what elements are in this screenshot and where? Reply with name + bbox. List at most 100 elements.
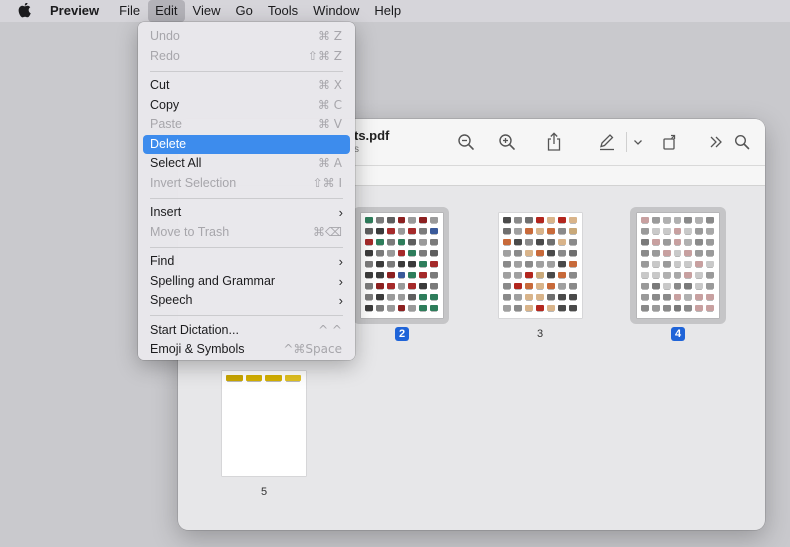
thumbnail-caption [366, 255, 372, 258]
menu-separator [150, 246, 343, 248]
thumbnail-caption [409, 255, 416, 258]
shortcut-label: ⌘ A [317, 156, 342, 170]
menu-item-find[interactable]: Find › [143, 252, 350, 272]
thumbnail-caption [515, 266, 521, 269]
page-number-label: 4 [671, 327, 685, 341]
menu-item-speech[interactable]: Speech › [143, 291, 350, 311]
thumbnail-caption [696, 299, 703, 302]
shortcut-label: ⌘⌫ [313, 224, 342, 239]
menu-item-label: Paste [150, 117, 182, 131]
menu-edit[interactable]: Edit [148, 0, 185, 22]
thumbnail-caption [642, 310, 648, 313]
menu-window[interactable]: Window [306, 0, 366, 22]
thumbnail-caption [570, 277, 576, 280]
thumbnail-caption [376, 266, 383, 269]
thumbnail-caption [642, 233, 648, 236]
thumbnail-caption [570, 299, 576, 302]
menu-app-preview[interactable]: Preview [50, 0, 106, 22]
menu-item-start-dictation[interactable]: Start Dictation... ^ ^ [143, 321, 350, 341]
thumbnail-caption [642, 288, 648, 291]
menu-item-label: Copy [150, 97, 180, 112]
more-toolbar-icon[interactable] [704, 130, 728, 154]
thumbnail-caption [570, 255, 576, 258]
menu-item-invert-selection[interactable]: Invert Selection ⇧⌘ I [143, 174, 350, 194]
thumbnail-caption [376, 255, 383, 258]
menu-item-move-to-trash[interactable]: Move to Trash ⌘⌫ [143, 223, 350, 243]
thumbnail-caption [504, 255, 510, 258]
menu-item-label: Insert [150, 205, 182, 219]
menu-tools[interactable]: Tools [261, 0, 305, 22]
thumbnail-caption [387, 277, 394, 280]
menu-item-copy[interactable]: Copy ⌘ C [143, 96, 350, 116]
thumbnail-caption [674, 266, 681, 269]
apple-menu-icon[interactable] [0, 0, 50, 22]
menu-separator [150, 197, 343, 199]
thumbnail-caption [642, 277, 648, 280]
thumbnail-caption [504, 277, 510, 280]
thumbnail-caption [642, 244, 648, 247]
thumbnail-caption [420, 255, 427, 258]
thumbnail-caption [387, 255, 394, 258]
chevron-down-icon[interactable] [626, 130, 650, 154]
menu-view[interactable]: View [186, 0, 228, 22]
page-thumbnail-3[interactable] [493, 207, 589, 324]
rotate-icon[interactable] [658, 130, 682, 154]
thumbnail-caption [285, 380, 300, 383]
thumbnail-caption [266, 380, 281, 383]
menu-item-redo[interactable]: Redo ⇧⌘ Z [143, 47, 350, 67]
thumbnail-caption [526, 310, 532, 313]
menu-item-spelling-grammar[interactable]: Spelling and Grammar › [143, 272, 350, 292]
search-icon[interactable] [730, 130, 754, 154]
menu-item-select-all[interactable]: Select All ⌘ A [143, 154, 350, 174]
menu-go[interactable]: Go [228, 0, 259, 22]
thumbnail-caption [431, 222, 437, 225]
menu-item-undo[interactable]: Undo ⌘ Z [143, 27, 350, 47]
thumbnail-caption [431, 266, 437, 269]
page-number-label: 5 [260, 486, 268, 498]
page-image [499, 213, 582, 318]
thumbnail-caption [696, 255, 703, 258]
thumbnail-caption [387, 222, 394, 225]
menu-item-paste[interactable]: Paste ⌘ V [143, 115, 350, 135]
thumbnail-caption [537, 222, 543, 225]
share-icon[interactable] [542, 130, 566, 154]
page-number-label: 2 [395, 327, 409, 341]
thumbnail-caption [674, 277, 681, 280]
thumbnail-caption [387, 310, 394, 313]
thumbnail-caption [409, 299, 416, 302]
thumbnail-caption [504, 222, 510, 225]
thumbnail-caption [431, 277, 437, 280]
thumbnail-caption [685, 233, 692, 236]
thumbnail-caption [548, 255, 554, 258]
thumbnail-caption [515, 255, 521, 258]
menu-item-insert[interactable]: Insert › [143, 203, 350, 223]
markup-pen-icon[interactable] [595, 130, 619, 154]
page-thumbnail-4[interactable] [630, 207, 726, 324]
menu-item-emoji-symbols[interactable]: Emoji & Symbols ^⌘Space [143, 340, 350, 360]
thumbnail-caption [696, 222, 703, 225]
thumbnail-caption [570, 244, 576, 247]
thumbnail-caption [504, 244, 510, 247]
thumbnail-caption [652, 222, 659, 225]
thumbnail-caption [570, 310, 576, 313]
thumbnail-caption [537, 233, 543, 236]
thumbnail-caption [526, 255, 532, 258]
thumbnail-caption [504, 233, 510, 236]
page-thumbnail-5[interactable] [216, 365, 312, 482]
thumbnail-caption [696, 244, 703, 247]
shortcut-label: ⌘ X [317, 78, 342, 92]
menu-help[interactable]: Help [367, 0, 408, 22]
menu-file[interactable]: File [112, 0, 147, 22]
thumbnail-caption [515, 299, 521, 302]
menu-item-label: Undo [150, 29, 180, 43]
menu-item-cut[interactable]: Cut ⌘ X [143, 76, 350, 96]
thumbnail-caption [663, 255, 670, 258]
menu-item-label: Invert Selection [150, 175, 237, 190]
thumbnail-caption [420, 244, 427, 247]
zoom-in-icon[interactable] [495, 130, 519, 154]
page-thumbnail-2[interactable] [353, 207, 449, 324]
thumbnail-caption [570, 266, 576, 269]
thumbnail-caption [663, 288, 670, 291]
menu-item-delete[interactable]: Delete [143, 134, 350, 154]
zoom-out-icon[interactable] [454, 130, 478, 154]
